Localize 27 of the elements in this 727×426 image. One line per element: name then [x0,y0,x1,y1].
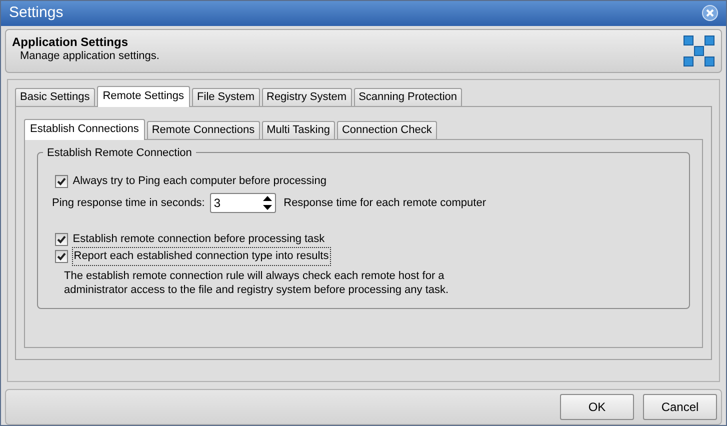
header-title: Application Settings [12,34,130,49]
tab[interactable]: Remote Settings [96,86,190,107]
checkbox-label[interactable]: Always try to Ping each computer before processing [72,172,326,190]
tab[interactable]: Establish Connections [24,118,145,140]
checkbox[interactable] [54,233,68,246]
hint-text: Response time for each remote computer [284,196,486,212]
checkbox-label[interactable]: Report each established connection type into results [72,248,330,265]
window-title: Settings [9,3,64,24]
checkbox[interactable] [54,250,68,264]
tab[interactable]: File System [192,88,260,106]
number-spinner[interactable]: 3 [210,193,276,214]
tab[interactable]: Scanning Protection [354,88,462,106]
tab[interactable]: Remote Connections [146,120,260,139]
tab[interactable]: Connection Check [336,120,437,139]
tab[interactable]: Basic Settings [15,88,95,106]
tab[interactable]: Registry System [262,88,352,106]
description-text: The establish remote connection rule will always check each remote host for a administrator access to the file and registry system before processing any task. [63,269,450,298]
cancel-button[interactable]: Cancel [643,394,717,420]
checkbox[interactable] [54,174,68,188]
field-label: Ping response time in seconds: [52,196,205,212]
ok-button[interactable]: OK [560,394,634,420]
tab[interactable]: Multi Tasking [262,120,335,139]
checkbox-label[interactable]: Establish remote connection before processing task [72,231,325,248]
header-subtitle: Manage application settings. [19,48,160,63]
spin-arrows-icon[interactable] [262,196,272,210]
grid-icon [683,34,715,67]
close-icon[interactable] [702,5,718,22]
